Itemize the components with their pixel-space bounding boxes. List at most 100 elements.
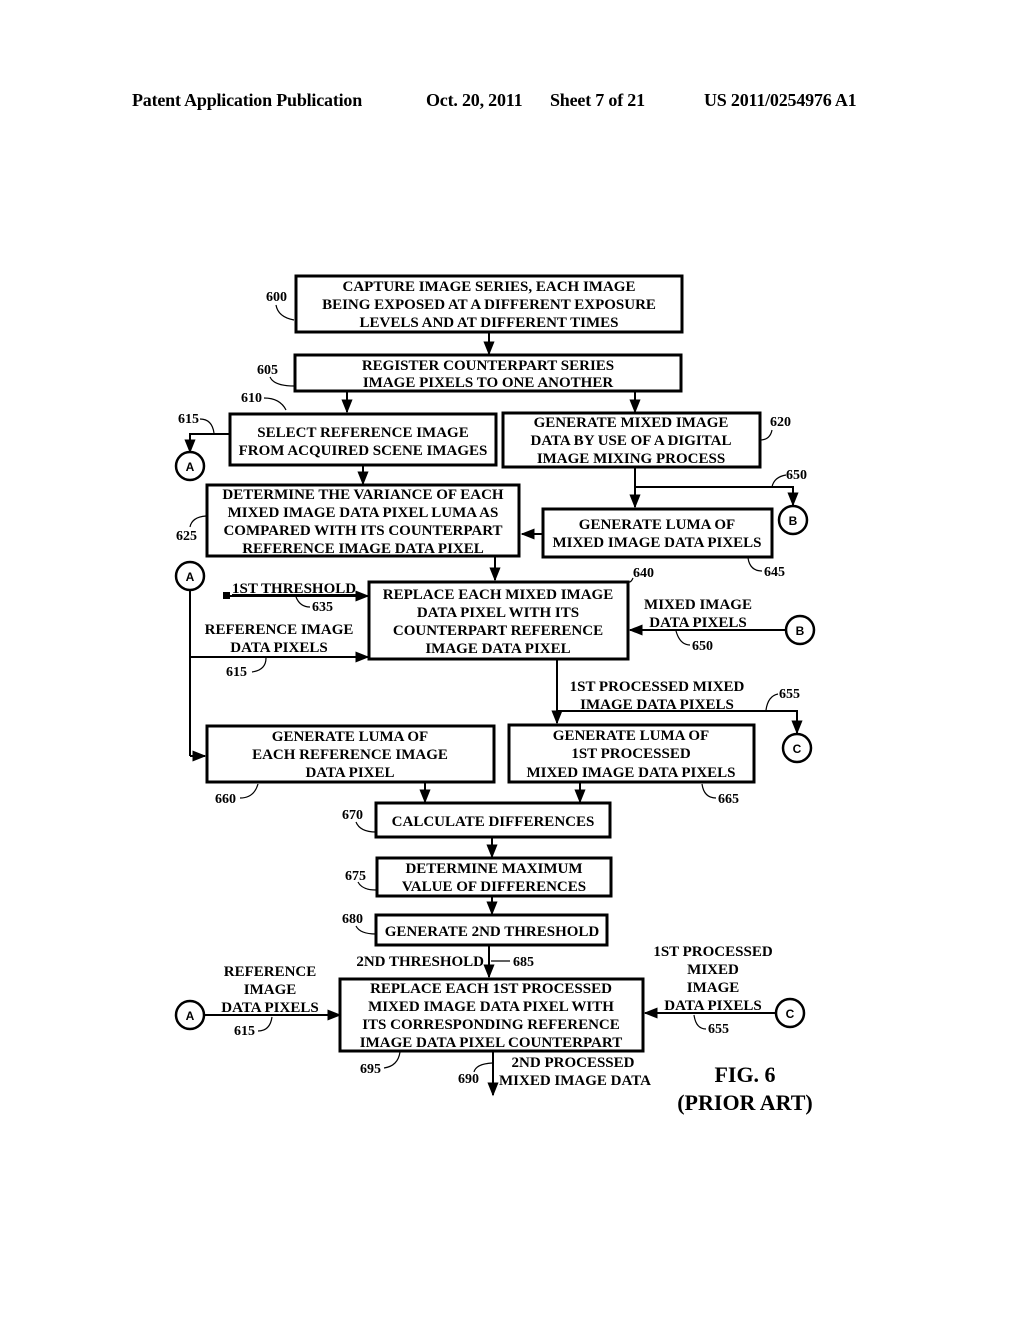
ref-690: 690: [458, 1072, 479, 1087]
svg-text:IMAGE PIXELS TO ONE ANOTHER: IMAGE PIXELS TO ONE ANOTHER: [363, 375, 614, 391]
svg-text:SELECT REFERENCE IMAGE: SELECT REFERENCE IMAGE: [257, 425, 468, 441]
ref-615-mid: 615: [226, 665, 247, 680]
svg-text:IMAGE DATA PIXEL COUNTERPART: IMAGE DATA PIXEL COUNTERPART: [360, 1035, 622, 1051]
flowchart: CAPTURE IMAGE SERIES, EACH IMAGE BEING E…: [174, 274, 816, 1115]
reference-numerals: 600 605 610 615 620 650 625 645 640 1ST …: [176, 290, 807, 1089]
box-625: DETERMINE THE VARIANCE OF EACH MIXED IMA…: [205, 483, 521, 558]
svg-text:C: C: [786, 1007, 795, 1021]
svg-text:DATA PIXEL WITH ITS: DATA PIXEL WITH ITS: [417, 605, 579, 621]
figure-title: FIG. 6: [714, 1062, 775, 1087]
svg-text:GENERATE 2ND THRESHOLD: GENERATE 2ND THRESHOLD: [385, 924, 600, 940]
box-600: CAPTURE IMAGE SERIES, EACH IMAGE BEING E…: [294, 274, 684, 334]
ref-600: 600: [266, 290, 287, 305]
svg-text:VALUE OF DIFFERENCES: VALUE OF DIFFERENCES: [402, 879, 586, 895]
box-640: REPLACE EACH MIXED IMAGE DATA PIXEL WITH…: [367, 580, 630, 661]
svg-text:REFERENCE IMAGE DATA PIXEL: REFERENCE IMAGE DATA PIXEL: [242, 541, 484, 557]
svg-text:GENERATE MIXED IMAGE: GENERATE MIXED IMAGE: [534, 415, 729, 431]
svg-text:B: B: [789, 514, 798, 528]
label-1st-processed-bottom-2: MIXED: [687, 962, 739, 978]
svg-text:MIXED IMAGE DATA PIXELS: MIXED IMAGE DATA PIXELS: [526, 765, 735, 781]
ref-615-bottom: 615: [234, 1024, 255, 1039]
connector-A-mid: A: [174, 560, 206, 592]
ref-650-mid: 650: [692, 639, 713, 654]
label-2nd-processed-2: MIXED IMAGE DATA: [499, 1073, 651, 1089]
ref-665: 665: [718, 792, 739, 807]
label-mixed-pixels-2: DATA PIXELS: [649, 615, 746, 631]
svg-text:A: A: [186, 460, 195, 474]
svg-text:MIXED IMAGE DATA PIXEL LUMA AS: MIXED IMAGE DATA PIXEL LUMA AS: [228, 505, 499, 521]
svg-text:1ST PROCESSED: 1ST PROCESSED: [571, 746, 691, 762]
box-620: GENERATE MIXED IMAGE DATA BY USE OF A DI…: [501, 411, 762, 469]
svg-text:REPLACE EACH 1ST PROCESSED: REPLACE EACH 1ST PROCESSED: [370, 981, 612, 997]
label-1st-threshold: 1ST THRESHOLD: [232, 581, 356, 597]
svg-text:BEING EXPOSED AT A DIFFERENT: BEING EXPOSED AT A DIFFERENT EXPOSURE: [322, 297, 656, 313]
label-1st-processed-1: 1ST PROCESSED MIXED: [570, 679, 745, 695]
svg-text:A: A: [186, 570, 195, 584]
svg-text:GENERATE LUMA OF: GENERATE LUMA OF: [579, 517, 735, 533]
svg-text:EACH REFERENCE IMAGE: EACH REFERENCE IMAGE: [252, 747, 448, 763]
label-mixed-pixels-1: MIXED IMAGE: [644, 597, 752, 613]
ref-640: 640: [633, 566, 654, 581]
connector-B-top: B: [777, 504, 809, 536]
arrow-610-A: [184, 433, 230, 454]
ref-655-top: 655: [779, 687, 800, 702]
svg-text:CALCULATE DIFFERENCES: CALCULATE DIFFERENCES: [392, 814, 595, 830]
ref-670: 670: [342, 808, 363, 823]
label-reference-image-pixels-2: DATA PIXELS: [230, 640, 327, 656]
svg-text:IMAGE DATA PIXEL: IMAGE DATA PIXEL: [425, 641, 570, 657]
svg-text:COMPARED WITH ITS COUNTERPART: COMPARED WITH ITS COUNTERPART: [223, 523, 502, 539]
svg-text:DETERMINE THE VARIANCE OF EACH: DETERMINE THE VARIANCE OF EACH: [222, 487, 503, 503]
svg-text:DATA BY USE OF A DIGITAL: DATA BY USE OF A DIGITAL: [530, 433, 731, 449]
ref-655-bottom: 655: [708, 1022, 729, 1037]
svg-text:REGISTER COUNTERPART SERIES: REGISTER COUNTERPART SERIES: [362, 358, 614, 374]
svg-text:COUNTERPART REFERENCE: COUNTERPART REFERENCE: [393, 623, 603, 639]
box-665: GENERATE LUMA OF 1ST PROCESSED MIXED IMA…: [507, 723, 756, 784]
svg-text:MIXED IMAGE DATA PIXELS: MIXED IMAGE DATA PIXELS: [552, 535, 761, 551]
svg-text:DATA PIXEL: DATA PIXEL: [305, 765, 394, 781]
box-605: REGISTER COUNTERPART SERIES IMAGE PIXELS…: [293, 353, 683, 393]
figure-subtitle: (PRIOR ART): [677, 1090, 813, 1115]
svg-text:B: B: [796, 624, 805, 638]
ref-695: 695: [360, 1062, 381, 1077]
svg-text:LEVELS AND AT DIFFERENT TIMES: LEVELS AND AT DIFFERENT TIMES: [360, 315, 619, 331]
label-reference-bottom-1: REFERENCE: [224, 964, 317, 980]
svg-text:FROM ACQUIRED SCENE IMAGES: FROM ACQUIRED SCENE IMAGES: [239, 443, 488, 459]
connector-C-bottom: C: [774, 997, 806, 1029]
ref-650-top: 650: [786, 468, 807, 483]
svg-text:A: A: [186, 1009, 195, 1023]
box-610: SELECT REFERENCE IMAGE FROM ACQUIRED SCE…: [228, 412, 498, 467]
box-670: CALCULATE DIFFERENCES: [374, 801, 612, 839]
svg-text:DETERMINE MAXIMUM: DETERMINE MAXIMUM: [405, 861, 582, 877]
ref-605: 605: [257, 363, 278, 378]
ref-685: 685: [513, 955, 534, 970]
svg-text:ITS CORRESPONDING REFERENCE: ITS CORRESPONDING REFERENCE: [362, 1017, 620, 1033]
label-reference-bottom-2: IMAGE: [244, 982, 297, 998]
svg-text:C: C: [793, 742, 802, 756]
label-1st-processed-bottom-4: DATA PIXELS: [664, 998, 761, 1014]
box-660: GENERATE LUMA OF EACH REFERENCE IMAGE DA…: [205, 724, 496, 784]
box-695: REPLACE EACH 1ST PROCESSED MIXED IMAGE D…: [338, 977, 645, 1053]
svg-text:CAPTURE IMAGE SERIES, EACH IMA: CAPTURE IMAGE SERIES, EACH IMAGE: [343, 279, 636, 295]
threshold-input-square: [223, 592, 230, 599]
label-1st-processed-2: IMAGE DATA PIXELS: [580, 697, 734, 713]
svg-text:REPLACE EACH MIXED IMAGE: REPLACE EACH MIXED IMAGE: [383, 587, 613, 603]
ref-615-top: 615: [178, 412, 199, 427]
connector-A-bottom: A: [174, 999, 206, 1031]
arrow-620-B: [635, 486, 799, 507]
svg-text:GENERATE LUMA OF: GENERATE LUMA OF: [553, 728, 709, 744]
ref-635: 635: [312, 600, 333, 615]
svg-text:MIXED IMAGE DATA PIXEL WITH: MIXED IMAGE DATA PIXEL WITH: [368, 999, 614, 1015]
ref-660: 660: [215, 792, 236, 807]
ref-610: 610: [241, 391, 262, 406]
label-reference-bottom-3: DATA PIXELS: [221, 1000, 318, 1016]
label-reference-image-pixels-1: REFERENCE IMAGE: [205, 622, 354, 638]
label-1st-processed-bottom-1: 1ST PROCESSED: [653, 944, 773, 960]
box-680: GENERATE 2ND THRESHOLD: [374, 913, 609, 947]
box-675: DETERMINE MAXIMUM VALUE OF DIFFERENCES: [375, 856, 613, 898]
label-2nd-threshold: 2ND THRESHOLD: [356, 954, 484, 970]
svg-text:IMAGE MIXING PROCESS: IMAGE MIXING PROCESS: [537, 451, 725, 467]
label-1st-processed-bottom-3: IMAGE: [687, 980, 740, 996]
connector-C-top: C: [781, 732, 813, 764]
ref-675: 675: [345, 869, 366, 884]
label-2nd-processed-1: 2ND PROCESSED: [512, 1055, 635, 1071]
